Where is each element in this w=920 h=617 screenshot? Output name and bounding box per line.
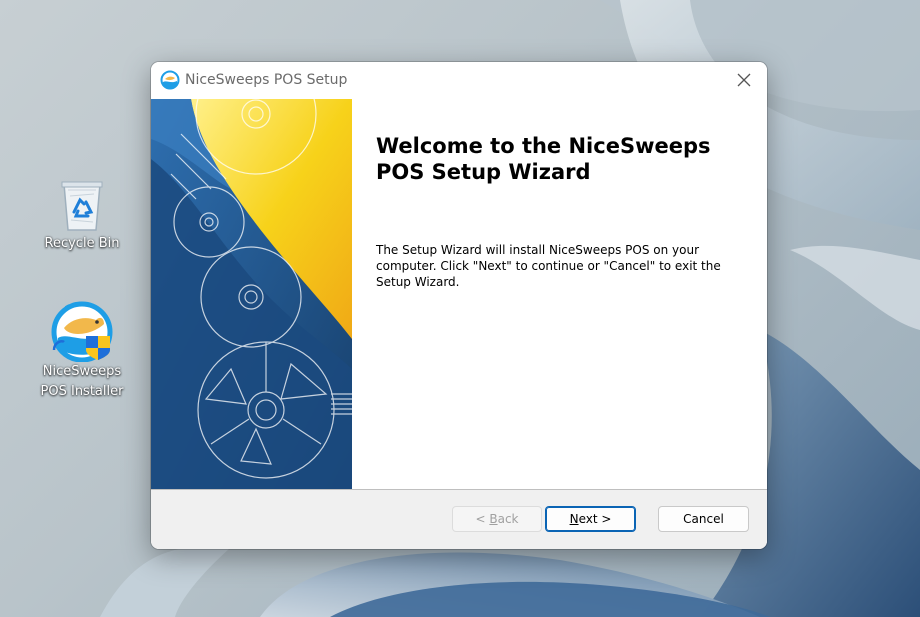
next-button[interactable]: Next > bbox=[545, 506, 636, 532]
wizard-content: Welcome to the NiceSweeps POS Setup Wiza… bbox=[352, 99, 767, 489]
next-button-rest: ext > bbox=[578, 512, 612, 526]
recycle-bin-label: Recycle Bin bbox=[44, 236, 120, 251]
installer-label-line2: POS Installer bbox=[40, 384, 124, 399]
installer-icon bbox=[51, 301, 113, 362]
desktop-icon-nicesweeps-installer[interactable]: NiceSweeps POS Installer bbox=[32, 298, 132, 402]
setup-dialog: NiceSweeps POS Setup Welcome to the Nice… bbox=[151, 62, 767, 549]
back-button-rest: ack bbox=[497, 512, 519, 526]
desktop: Recycle Bin NiceSweeps POS Installer Nic… bbox=[0, 0, 920, 617]
next-button-accel: N bbox=[569, 512, 579, 526]
wizard-banner-image bbox=[151, 99, 352, 489]
title-bar[interactable]: NiceSweeps POS Setup bbox=[151, 62, 767, 99]
back-button-prefix: < bbox=[475, 512, 490, 526]
back-button-accel: B bbox=[489, 512, 498, 526]
desktop-icon-recycle-bin[interactable]: Recycle Bin bbox=[32, 176, 132, 254]
wizard-heading: Welcome to the NiceSweeps POS Setup Wiza… bbox=[376, 134, 711, 184]
close-button[interactable] bbox=[731, 68, 757, 92]
installer-label-line1: NiceSweeps bbox=[42, 364, 122, 379]
recycle-bin-icon bbox=[61, 181, 103, 231]
back-button[interactable]: < Back bbox=[452, 506, 542, 532]
cancel-button[interactable]: Cancel bbox=[658, 506, 749, 532]
app-icon bbox=[160, 70, 180, 90]
close-icon bbox=[737, 73, 751, 87]
button-bar: < Back Next > Cancel bbox=[151, 489, 767, 549]
window-title: NiceSweeps POS Setup bbox=[185, 72, 348, 88]
wizard-description: The Setup Wizard will install NiceSweeps… bbox=[376, 243, 721, 289]
